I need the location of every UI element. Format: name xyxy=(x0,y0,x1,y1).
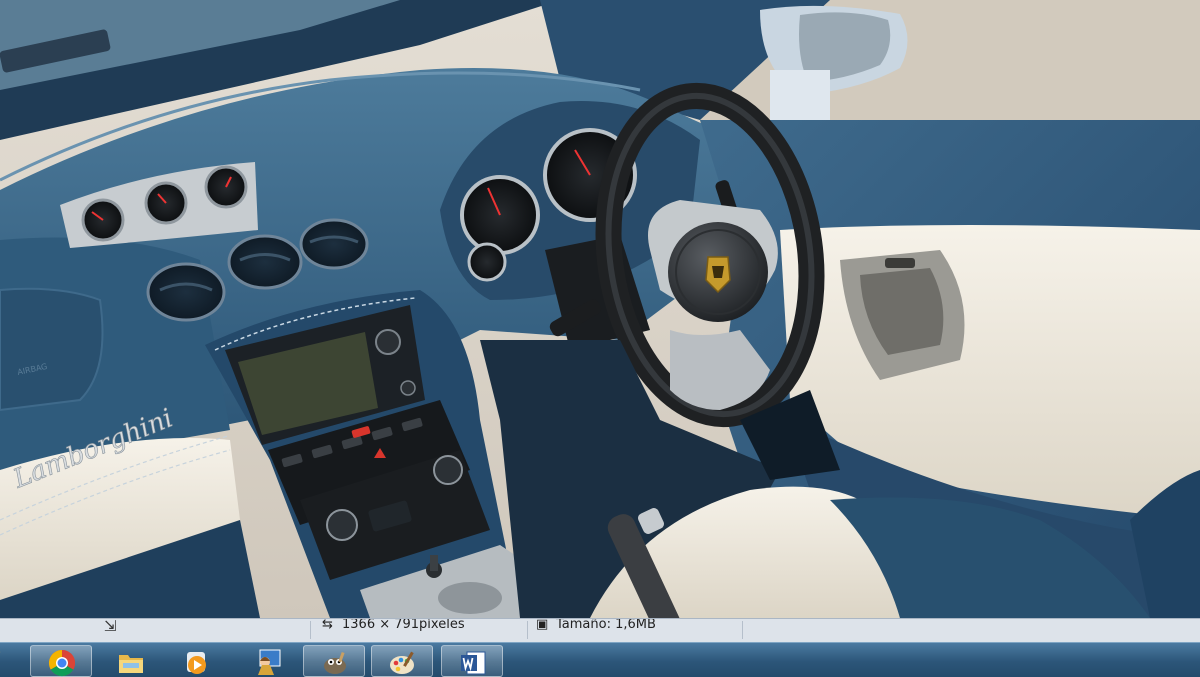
photo-app-icon xyxy=(258,649,281,675)
chrome-icon xyxy=(48,649,76,677)
taskbar-internet-explorer[interactable] xyxy=(0,645,18,677)
file-size: Tamaño: 1,6MB xyxy=(556,618,656,632)
file-size-icon: ▣ xyxy=(536,618,549,632)
image-dimensions: 1366 × 791píxeles xyxy=(342,618,465,632)
image-info-bar: ⇲ ⇆ 1366 × 791píxeles ▣ Tamaño: 1,6MB xyxy=(0,618,1200,643)
taskbar-paint[interactable] xyxy=(371,645,433,677)
dimensions-icon: ⇆ xyxy=(322,618,333,632)
gimp-icon xyxy=(324,651,346,674)
word-icon xyxy=(461,651,486,675)
taskbar-chrome[interactable] xyxy=(30,645,92,677)
explorer-icon xyxy=(119,655,143,673)
taskbar-file-explorer[interactable] xyxy=(100,645,162,677)
car-interior-photo: Lamborghini AIRBAG xyxy=(0,0,1200,618)
internet-explorer-icon xyxy=(0,651,1,653)
taskbar-media-player[interactable] xyxy=(166,645,228,677)
media-player-icon xyxy=(187,652,206,674)
taskbar-gimp[interactable] xyxy=(303,645,365,677)
taskbar-photo-app[interactable] xyxy=(236,645,298,677)
resize-icon: ⇲ xyxy=(104,618,117,635)
taskbar xyxy=(0,642,1200,677)
taskbar-word[interactable] xyxy=(441,645,503,677)
paint-icon xyxy=(390,651,414,674)
